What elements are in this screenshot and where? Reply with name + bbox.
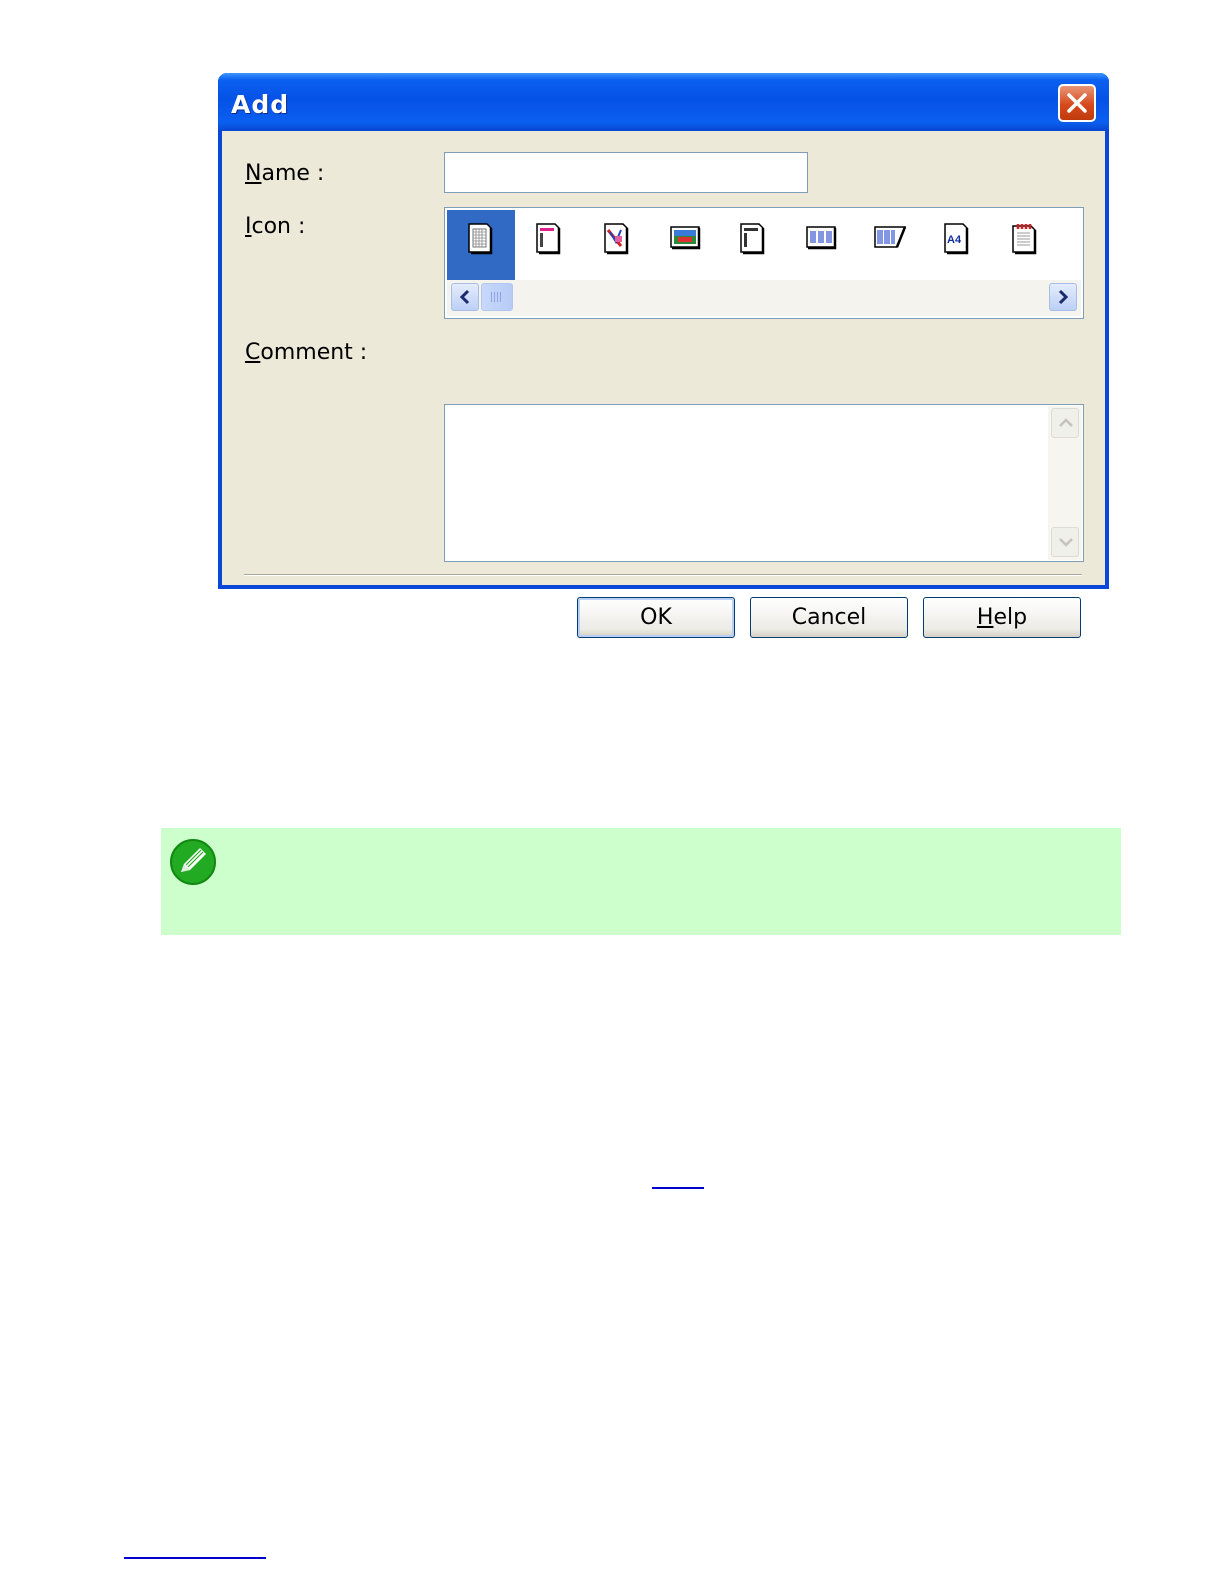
photo-text-page-icon <box>604 223 629 255</box>
scroll-right-button[interactable] <box>1049 283 1077 311</box>
help-button[interactable]: Help <box>923 597 1081 638</box>
close-icon <box>1067 93 1087 113</box>
name-input[interactable] <box>444 152 808 193</box>
landscape-photo-icon-option[interactable] <box>651 210 719 280</box>
grid-page-icon-option[interactable] <box>447 210 515 280</box>
columns-page-icon <box>806 226 837 250</box>
icon-label: Icon : <box>245 214 306 239</box>
ok-button[interactable]: OK <box>577 597 735 638</box>
landscape-photo-icon <box>670 226 701 250</box>
chevron-up-icon <box>1059 418 1073 427</box>
dialog-title: Add <box>231 90 290 119</box>
icon-horizontal-scrollbar[interactable] <box>447 280 1081 316</box>
chevron-left-icon <box>459 289 470 305</box>
folded-columns-icon-option[interactable] <box>855 210 923 280</box>
pink-page-icon <box>536 223 561 255</box>
scroll-thumb[interactable] <box>481 283 513 311</box>
separator <box>244 574 1082 576</box>
cancel-button[interactable]: Cancel <box>750 597 908 638</box>
footer-link-underline[interactable] <box>124 1557 266 1559</box>
comment-textarea[interactable] <box>444 404 1084 562</box>
columns-page-icon-option[interactable] <box>787 210 855 280</box>
svg-text:A4: A4 <box>947 234 962 246</box>
grid-page-icon <box>468 223 493 255</box>
scroll-up-button[interactable] <box>1051 408 1079 438</box>
title-bar[interactable]: Add <box>218 73 1109 131</box>
scroll-down-button[interactable] <box>1051 527 1079 557</box>
text-page-icon <box>740 223 765 255</box>
chevron-right-icon <box>1058 289 1069 305</box>
red-header-page-icon-option[interactable] <box>991 210 1059 280</box>
comment-vertical-scrollbar[interactable] <box>1048 406 1082 560</box>
pink-page-icon-option[interactable] <box>515 210 583 280</box>
comment-label: Comment : <box>245 340 368 365</box>
chevron-down-icon <box>1059 538 1073 547</box>
scroll-left-button[interactable] <box>451 283 479 311</box>
name-label: Name : <box>245 161 325 186</box>
note-box <box>161 828 1121 935</box>
folded-columns-icon <box>874 226 907 248</box>
icon-list: A4 <box>444 207 1084 319</box>
close-button[interactable] <box>1058 84 1096 122</box>
link-underline[interactable] <box>652 1187 704 1189</box>
a4-page-icon: A4 <box>944 223 969 255</box>
pencil-note-icon <box>170 839 216 885</box>
dialog-body: Name : Icon : A4 Comment: OK Cancel Hel… <box>222 131 1105 638</box>
red-header-page-icon <box>1012 224 1037 255</box>
text-page-icon-option[interactable] <box>719 210 787 280</box>
a4-page-icon-option[interactable]: A4 <box>923 210 991 280</box>
add-dialog: Add Name : Icon : A4 Comment: OK Cancel… <box>218 73 1109 638</box>
photo-text-page-icon-option[interactable] <box>583 210 651 280</box>
